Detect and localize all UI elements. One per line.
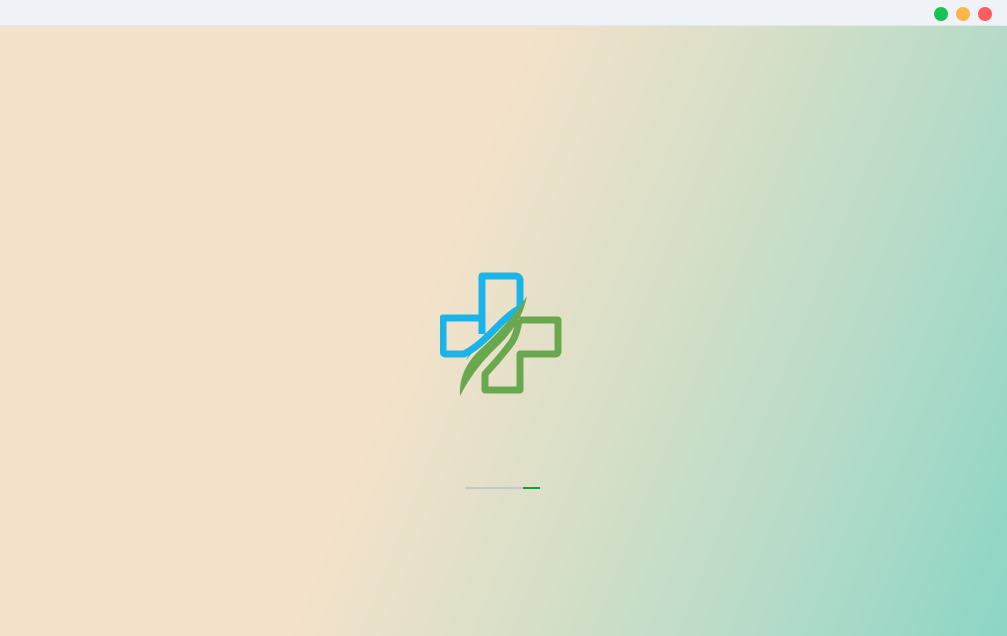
title-bar[interactable] (0, 0, 1007, 26)
medical-cross-icon (440, 272, 562, 396)
loading-progress-fill (522, 487, 540, 489)
maximize-button[interactable] (934, 7, 948, 21)
minimize-button[interactable] (956, 7, 970, 21)
loading-progress-bar (465, 487, 540, 489)
window-controls (934, 7, 992, 21)
splash-screen (0, 26, 1007, 636)
close-button[interactable] (978, 7, 992, 21)
app-window (0, 0, 1007, 636)
